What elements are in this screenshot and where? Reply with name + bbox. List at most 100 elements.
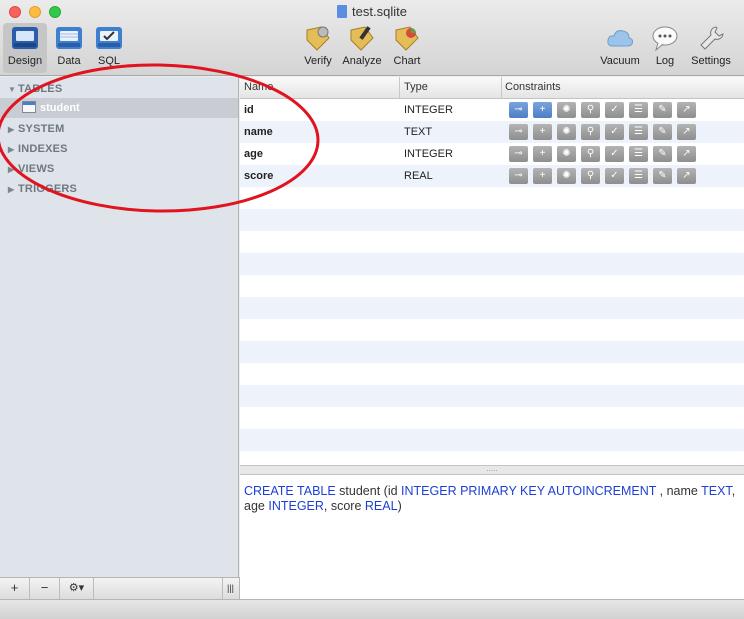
sidebar-item-label: student <box>40 102 80 114</box>
sql-preview[interactable]: CREATE TABLE student (id INTEGER PRIMARY… <box>240 475 744 599</box>
key-icon[interactable]: ⊸ <box>509 146 528 162</box>
link-out-icon[interactable]: ↗ <box>677 124 696 140</box>
table-row[interactable]: score REAL ⊸ + ✺ ⚲ ✓ ☰ ✎ ↗ <box>240 165 744 187</box>
window-title: test.sqlite <box>0 4 744 19</box>
document-icon <box>337 5 348 18</box>
wrench-icon[interactable]: ✎ <box>653 102 672 118</box>
column-header-constraints[interactable]: Constraints <box>505 81 561 93</box>
wrench-icon[interactable]: ✎ <box>653 124 672 140</box>
empty-row <box>240 253 744 275</box>
toolbar-data-button[interactable]: Data <box>52 24 86 67</box>
table-icon <box>22 101 36 113</box>
list-icon[interactable]: ☰ <box>629 124 648 140</box>
table-row[interactable]: id INTEGER ⊸ + ✺ ⚲ ✓ ☰ ✎ ↗ <box>240 99 744 121</box>
field-name-cell[interactable]: age <box>244 148 263 160</box>
field-type-cell[interactable]: TEXT <box>404 126 432 138</box>
sidebar-group-label: VIEWS <box>18 163 55 175</box>
sun-icon[interactable]: ✺ <box>557 102 576 118</box>
design-icon <box>12 27 38 49</box>
sidebar-group-triggers[interactable]: ▶ TRIGGERS <box>8 183 77 195</box>
grid-header: Name Type Constraints <box>240 77 744 99</box>
sidebar-footer: + − ⚙▾ ||| <box>0 577 240 599</box>
sun-icon[interactable]: ✺ <box>557 168 576 184</box>
toolbar-sql-button[interactable]: SQL <box>92 24 126 67</box>
link-out-icon[interactable]: ↗ <box>677 168 696 184</box>
toolbar-analyze-button[interactable]: Analyze <box>340 24 384 67</box>
pin-icon[interactable]: ⚲ <box>581 168 600 184</box>
column-header-type[interactable]: Type <box>404 81 428 93</box>
pin-icon[interactable]: ⚲ <box>581 146 600 162</box>
key-icon[interactable]: ⊸ <box>509 168 528 184</box>
sidebar-group-views[interactable]: ▶ VIEWS <box>8 163 54 175</box>
list-icon[interactable]: ☰ <box>629 146 648 162</box>
remove-button[interactable]: − <box>30 578 60 599</box>
empty-row <box>240 187 744 209</box>
empty-row <box>240 429 744 451</box>
toolbar-design-button[interactable]: Design <box>6 24 44 67</box>
list-icon[interactable]: ☰ <box>629 102 648 118</box>
toolbar-log-button[interactable]: Log <box>648 24 682 67</box>
check-icon[interactable]: ✓ <box>605 146 624 162</box>
list-icon[interactable]: ☰ <box>629 168 648 184</box>
sun-icon[interactable]: ✺ <box>557 146 576 162</box>
resize-handle[interactable]: ||| <box>222 578 238 599</box>
toolbar-vacuum-button[interactable]: Vacuum <box>598 24 642 67</box>
table-row[interactable]: name TEXT ⊸ + ✺ ⚲ ✓ ☰ ✎ ↗ <box>240 121 744 143</box>
field-name-cell[interactable]: score <box>244 170 273 182</box>
gear-menu-button[interactable]: ⚙▾ <box>60 578 94 599</box>
field-type-cell[interactable]: INTEGER <box>404 104 453 116</box>
status-bar <box>0 599 744 619</box>
toolbar-chart-label: Chart <box>393 55 421 67</box>
add-button[interactable]: + <box>0 578 30 599</box>
columns-grid: Name Type Constraints id INTEGER ⊸ + ✺ ⚲ ✓ ☰ ✎ ↗ n… <box>240 77 744 465</box>
sun-icon[interactable]: ✺ <box>557 124 576 140</box>
sql-keyword: CREATE TABLE <box>244 484 336 498</box>
sidebar-group-system[interactable]: ▶ SYSTEM <box>8 123 64 135</box>
check-icon[interactable]: ✓ <box>605 102 624 118</box>
toolbar-settings-button[interactable]: Settings <box>688 24 734 67</box>
disclosure-collapsed-icon[interactable]: ▶ <box>8 145 18 154</box>
link-out-icon[interactable]: ↗ <box>677 146 696 162</box>
toolbar-verify-button[interactable]: Verify <box>300 24 336 67</box>
disclosure-expanded-icon[interactable]: ▼ <box>8 85 18 94</box>
key-icon[interactable]: ⊸ <box>509 102 528 118</box>
check-icon[interactable]: ✓ <box>605 124 624 140</box>
empty-row <box>240 319 744 341</box>
column-header-name[interactable]: Name <box>244 81 273 93</box>
toolbar-chart-button[interactable]: Chart <box>389 24 425 67</box>
sql-icon <box>96 27 122 49</box>
disclosure-collapsed-icon[interactable]: ▶ <box>8 165 18 174</box>
column-divider <box>501 77 502 99</box>
pin-icon[interactable]: ⚲ <box>581 102 600 118</box>
link-out-icon[interactable]: ↗ <box>677 102 696 118</box>
sidebar-group-label: TABLES <box>18 83 63 95</box>
plus-icon[interactable]: + <box>533 168 552 184</box>
disclosure-collapsed-icon[interactable]: ▶ <box>8 125 18 134</box>
wrench-icon[interactable]: ✎ <box>653 146 672 162</box>
speech-bubble-icon <box>652 26 678 52</box>
sidebar-group-tables[interactable]: ▼ TABLES <box>8 83 62 95</box>
pin-icon[interactable]: ⚲ <box>581 124 600 140</box>
sidebar-item-student[interactable]: student <box>22 101 80 114</box>
plus-icon[interactable]: + <box>533 102 552 118</box>
field-type-cell[interactable]: INTEGER <box>404 148 453 160</box>
disclosure-collapsed-icon[interactable]: ▶ <box>8 185 18 194</box>
field-type-cell[interactable]: REAL <box>404 170 433 182</box>
table-row[interactable]: age INTEGER ⊸ + ✺ ⚲ ✓ ☰ ✎ ↗ <box>240 143 744 165</box>
plus-icon[interactable]: + <box>533 146 552 162</box>
toolbar-sql-label: SQL <box>97 55 120 67</box>
check-icon[interactable]: ✓ <box>605 168 624 184</box>
plus-icon[interactable]: + <box>533 124 552 140</box>
chart-icon <box>395 26 419 51</box>
toolbar-verify-label: Verify <box>304 55 332 67</box>
split-divider[interactable]: ..... <box>240 465 744 475</box>
sidebar-group-indexes[interactable]: ▶ INDEXES <box>8 143 68 155</box>
title-bar: test.sqlite Design Data SQL Verify Analy… <box>0 0 744 76</box>
field-name-cell[interactable]: id <box>244 104 254 116</box>
key-icon[interactable]: ⊸ <box>509 124 528 140</box>
wrench-icon[interactable]: ✎ <box>653 168 672 184</box>
empty-row <box>240 297 744 319</box>
empty-row <box>240 385 744 407</box>
cloud-icon <box>607 30 634 47</box>
field-name-cell[interactable]: name <box>244 126 273 138</box>
